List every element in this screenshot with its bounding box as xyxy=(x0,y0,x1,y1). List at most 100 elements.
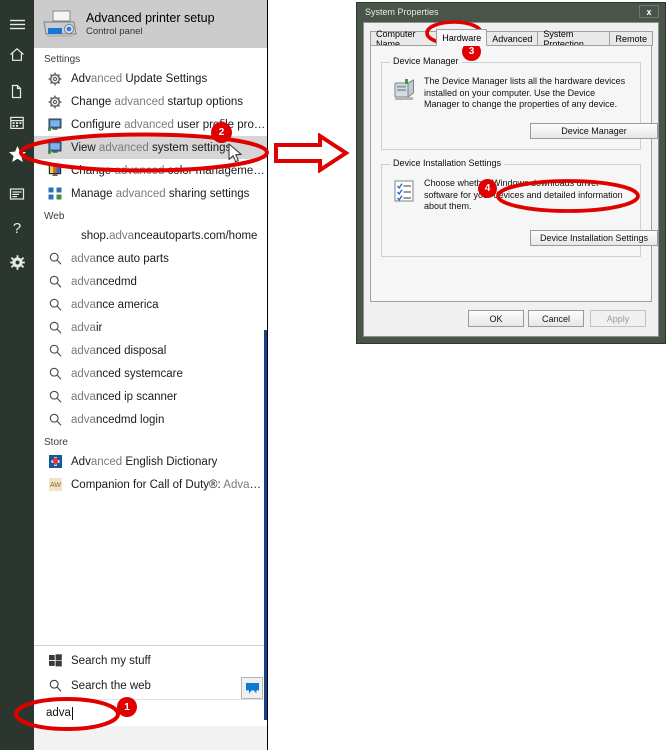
search-icon xyxy=(44,389,66,405)
result-group-label: Settings xyxy=(44,54,81,65)
system-properties-dialog: System Properties x Computer Name Hardwar… xyxy=(356,2,666,344)
calendar-icon[interactable] xyxy=(0,108,34,136)
result-item-label: Companion for Call of Duty®: Advanc... xyxy=(71,478,267,491)
result-item[interactable]: Manage advanced sharing settings xyxy=(34,182,267,205)
result-item-label: Change advanced startup options xyxy=(71,95,243,108)
dialog-footer: OK Cancel Apply xyxy=(370,310,652,328)
search-results-list: Advanced printer setup Control panel Set… xyxy=(34,0,267,750)
search-the-web-item[interactable]: Search the web xyxy=(34,673,267,698)
footer-divider xyxy=(34,645,267,646)
sharing-icon xyxy=(44,186,66,202)
dialog-body: Computer Name Hardware Advanced System Prot… xyxy=(363,22,659,337)
dialog-title: System Properties xyxy=(365,7,439,17)
result-item[interactable]: advanced ip scanner xyxy=(34,385,267,408)
text-caret xyxy=(71,706,73,720)
documents-icon[interactable] xyxy=(0,78,34,106)
result-item-label: Advanced English Dictionary xyxy=(71,455,218,468)
color-monitor-icon xyxy=(44,163,66,179)
result-item-label: Advanced Update Settings xyxy=(71,72,208,85)
search-icon xyxy=(44,251,66,267)
result-item-label: advance america xyxy=(71,298,159,311)
result-item-label: advancedmd login xyxy=(71,413,165,426)
feedback-speech-bubble-icon[interactable] xyxy=(241,677,263,699)
search-icon xyxy=(44,343,66,359)
best-match-result[interactable]: Advanced printer setup Control panel xyxy=(34,0,267,48)
result-item-label: advance auto parts xyxy=(71,252,169,265)
step-badge-1: 1 xyxy=(117,697,137,717)
device-install-checklist-icon xyxy=(392,179,416,208)
gear-icon xyxy=(44,94,66,110)
cancel-button[interactable]: Cancel xyxy=(528,310,584,327)
result-item[interactable]: Advanced Update Settings xyxy=(34,67,267,90)
device-installation-description: Choose whether Windows downloads driver … xyxy=(424,178,623,211)
step-badge-4: 4 xyxy=(478,179,497,198)
result-item[interactable]: advanced disposal xyxy=(34,339,267,362)
result-item[interactable]: advanced systemcare xyxy=(34,362,267,385)
dialog-tabstrip: Computer Name Hardware Advanced System Prot… xyxy=(370,29,653,49)
result-item-label: Configure advanced user profile prope... xyxy=(71,118,267,131)
gear-icon xyxy=(44,71,66,87)
result-item[interactable]: advance auto parts xyxy=(34,247,267,270)
feed-icon[interactable] xyxy=(0,180,34,208)
result-item[interactable]: advair xyxy=(34,316,267,339)
taskbar-strip xyxy=(34,726,267,750)
step-badge-2: 2 xyxy=(211,122,232,143)
close-icon[interactable]: x xyxy=(639,5,659,18)
dialog-tab-system-protection[interactable]: System Protection xyxy=(537,29,611,49)
result-item-label: Change advanced color management... xyxy=(71,164,267,177)
device-installation-group: Device Installation Settings Choose whet… xyxy=(381,158,658,257)
result-item-label: Manage advanced sharing settings xyxy=(71,187,250,200)
start-menu-search-pane: ? Advanced printer setup Control panel S… xyxy=(0,0,268,750)
search-input[interactable]: adva xyxy=(34,699,267,726)
best-match-title: Advanced printer setup xyxy=(86,10,215,25)
device-manager-icon xyxy=(392,77,416,108)
search-my-stuff-item[interactable]: Search my stuff xyxy=(34,648,267,673)
result-item[interactable]: Configure advanced user profile prope... xyxy=(34,113,267,136)
result-item[interactable]: Change advanced startup options xyxy=(34,90,267,113)
hardware-tab-page: Device Manager The Device Manager lists … xyxy=(370,45,658,302)
start-menu-icon-rail: ? xyxy=(0,0,34,750)
monitor-icon xyxy=(44,117,66,133)
dialog-titlebar: System Properties x xyxy=(357,3,665,21)
dictionary-icon xyxy=(44,454,66,470)
search-icon xyxy=(44,297,66,313)
result-item-label: advanced disposal xyxy=(71,344,167,357)
svg-text:AW: AW xyxy=(49,482,60,489)
monitor-icon xyxy=(44,140,66,156)
device-installation-settings-button[interactable]: Device Installation Settings xyxy=(530,230,658,246)
device-manager-group-title: Device Manager xyxy=(390,56,462,66)
dialog-tab-hardware[interactable]: Hardware xyxy=(436,29,488,46)
result-item[interactable]: AW Companion for Call of Duty®: Advanc... xyxy=(34,473,267,496)
result-item-label: shop.advanceautoparts.com/home xyxy=(81,229,258,242)
home-icon[interactable] xyxy=(0,40,34,68)
search-the-web-label: Search the web xyxy=(71,679,151,692)
settings-gear-icon[interactable] xyxy=(0,248,34,276)
hamburger-menu-icon[interactable] xyxy=(0,10,34,38)
best-match-subtitle: Control panel xyxy=(86,25,143,37)
ok-button[interactable]: OK xyxy=(468,310,524,327)
windows-logo-icon xyxy=(44,653,66,669)
result-item[interactable]: advance america xyxy=(34,293,267,316)
device-manager-description: The Device Manager lists all the hardwar… xyxy=(424,76,626,109)
dialog-tab-computer-name[interactable]: Computer Name xyxy=(370,29,438,49)
result-item[interactable]: advancedmd xyxy=(34,270,267,293)
star-icon[interactable] xyxy=(0,140,34,168)
search-my-stuff-label: Search my stuff xyxy=(71,654,151,667)
mouse-cursor xyxy=(228,143,242,163)
dialog-tab-advanced[interactable]: Advanced xyxy=(486,31,539,46)
dialog-tab-remote[interactable]: Remote xyxy=(609,31,653,46)
result-group-label: Web xyxy=(44,211,65,222)
device-manager-group: Device Manager The Device Manager lists … xyxy=(381,56,658,150)
result-item[interactable]: shop.advanceautoparts.com/home xyxy=(34,224,267,247)
help-icon[interactable]: ? xyxy=(0,214,34,242)
apply-button: Apply xyxy=(590,310,646,327)
printer-icon xyxy=(34,8,86,40)
result-item[interactable]: advancedmd login xyxy=(34,408,267,431)
result-item[interactable]: Advanced English Dictionary xyxy=(34,450,267,473)
result-group-label: Store xyxy=(44,437,68,448)
search-icon xyxy=(44,274,66,290)
result-item-label: advancedmd xyxy=(71,275,137,288)
device-manager-button[interactable]: Device Manager xyxy=(530,123,658,139)
search-input-value: adva xyxy=(46,707,71,719)
background-window-edge xyxy=(264,330,267,720)
